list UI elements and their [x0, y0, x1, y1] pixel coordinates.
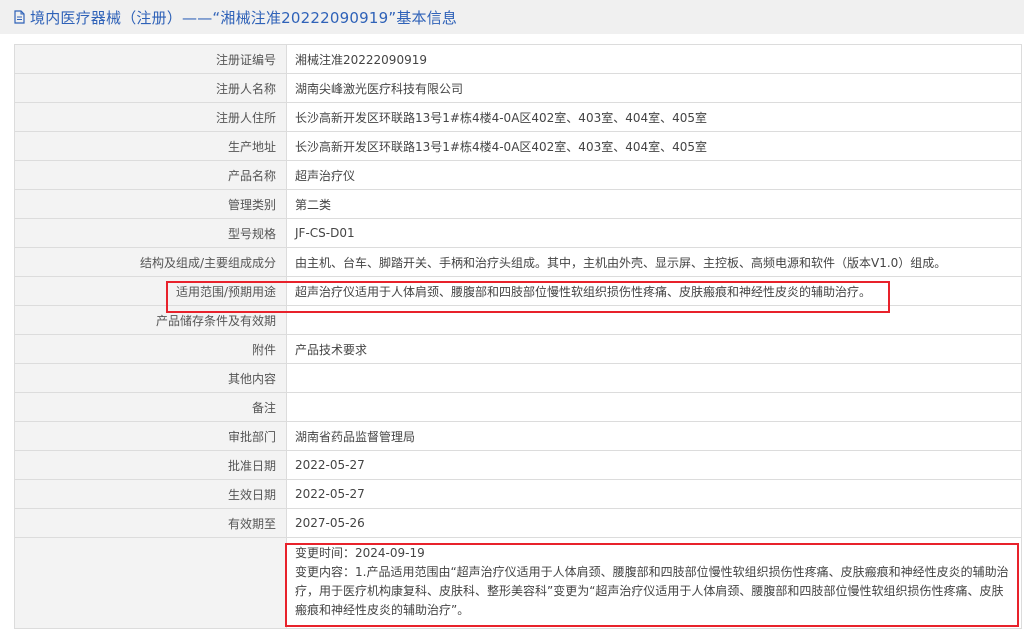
info-table-container: 注册证编号 湘械注准20222090919 注册人名称 湖南尖峰激光医疗科技有限公司… [14, 44, 1022, 629]
field-value: 第二类 [286, 189, 1022, 219]
field-label: 注册人名称 [14, 73, 287, 103]
field-value: 长沙高新开发区环联路13号1#栋4楼4-0A区402室、403室、404室、40… [286, 131, 1022, 161]
field-label: 批准日期 [14, 450, 287, 480]
field-label: 备注 [14, 392, 287, 422]
field-label: 型号规格 [14, 218, 287, 248]
field-label: 注册人住所 [14, 102, 287, 132]
document-icon [14, 10, 25, 24]
field-label: 产品储存条件及有效期 [14, 305, 287, 335]
table-row: 管理类别 第二类 [14, 189, 1022, 219]
field-value [286, 363, 1022, 393]
field-label: 结构及组成/主要组成成分 [14, 247, 287, 277]
change-content: 变更内容：1.产品适用范围由“超声治疗仪适用于人体肩颈、腰腹部和四肢部位慢性软组… [295, 565, 1009, 617]
table-row: 批准日期 2022-05-27 [14, 450, 1022, 480]
table-row: 注册证编号 湘械注准20222090919 [14, 44, 1022, 74]
field-value: 湖南尖峰激光医疗科技有限公司 [286, 73, 1022, 103]
table-row: 备注 [14, 392, 1022, 422]
field-label: 适用范围/预期用途 [14, 276, 287, 306]
field-value: JF-CS-D01 [286, 218, 1022, 248]
field-value: 湖南省药品监督管理局 [286, 421, 1022, 451]
field-label: 产品名称 [14, 160, 287, 190]
table-row: 有效期至 2027-05-26 [14, 508, 1022, 538]
table-row: 生效日期 2022-05-27 [14, 479, 1022, 509]
field-label: 附件 [14, 334, 287, 364]
table-row: 审批部门 湖南省药品监督管理局 [14, 421, 1022, 451]
field-value: 2022-05-27 [286, 450, 1022, 480]
field-label: 其他内容 [14, 363, 287, 393]
change-record-row: 变更时间：2024-09-19 变更内容：1.产品适用范围由“超声治疗仪适用于人… [14, 537, 1022, 629]
field-value: 2022-05-27 [286, 479, 1022, 509]
field-value [286, 305, 1022, 335]
field-label: 生效日期 [14, 479, 287, 509]
change-time: 变更时间：2024-09-19 [295, 546, 425, 560]
table-row: 结构及组成/主要组成成分 由主机、台车、脚踏开关、手柄和治疗头组成。其中，主机由外… [14, 247, 1022, 277]
field-value: 由主机、台车、脚踏开关、手柄和治疗头组成。其中，主机由外壳、显示屏、主控板、高频… [286, 247, 1022, 277]
table-row: 产品名称 超声治疗仪 [14, 160, 1022, 190]
field-value: 2027-05-26 [286, 508, 1022, 538]
page-header: 境内医疗器械（注册）——“湘械注准20222090919”基本信息 [0, 0, 1024, 34]
table-row: 型号规格 JF-CS-D01 [14, 218, 1022, 248]
field-value [286, 392, 1022, 422]
field-label: 注册证编号 [14, 44, 287, 74]
table-row: 适用范围/预期用途 超声治疗仪适用于人体肩颈、腰腹部和四肢部位慢性软组织损伤性疼痛… [14, 276, 1022, 306]
table-row: 注册人住所 长沙高新开发区环联路13号1#栋4楼4-0A区402室、403室、40… [14, 102, 1022, 132]
table-row: 附件 产品技术要求 [14, 334, 1022, 364]
field-value: 超声治疗仪适用于人体肩颈、腰腹部和四肢部位慢性软组织损伤性疼痛、皮肤瘢痕和神经性… [286, 276, 1022, 306]
page-title: 境内医疗器械（注册）——“湘械注准20222090919”基本信息 [30, 8, 458, 27]
field-value: 长沙高新开发区环联路13号1#栋4楼4-0A区402室、403室、404室、40… [286, 102, 1022, 132]
field-value: 超声治疗仪 [286, 160, 1022, 190]
field-value: 产品技术要求 [286, 334, 1022, 364]
field-value: 湘械注准20222090919 [286, 44, 1022, 74]
table-row: 生产地址 长沙高新开发区环联路13号1#栋4楼4-0A区402室、403室、404… [14, 131, 1022, 161]
table-row: 产品储存条件及有效期 [14, 305, 1022, 335]
field-label: 审批部门 [14, 421, 287, 451]
field-label: 生产地址 [14, 131, 287, 161]
change-record-label [14, 537, 287, 629]
info-table: 注册证编号 湘械注准20222090919 注册人名称 湖南尖峰激光医疗科技有限公司… [14, 44, 1022, 629]
table-row: 其他内容 [14, 363, 1022, 393]
table-row: 注册人名称 湖南尖峰激光医疗科技有限公司 [14, 73, 1022, 103]
field-label: 管理类别 [14, 189, 287, 219]
change-record-value: 变更时间：2024-09-19 变更内容：1.产品适用范围由“超声治疗仪适用于人… [286, 537, 1022, 629]
field-label: 有效期至 [14, 508, 287, 538]
